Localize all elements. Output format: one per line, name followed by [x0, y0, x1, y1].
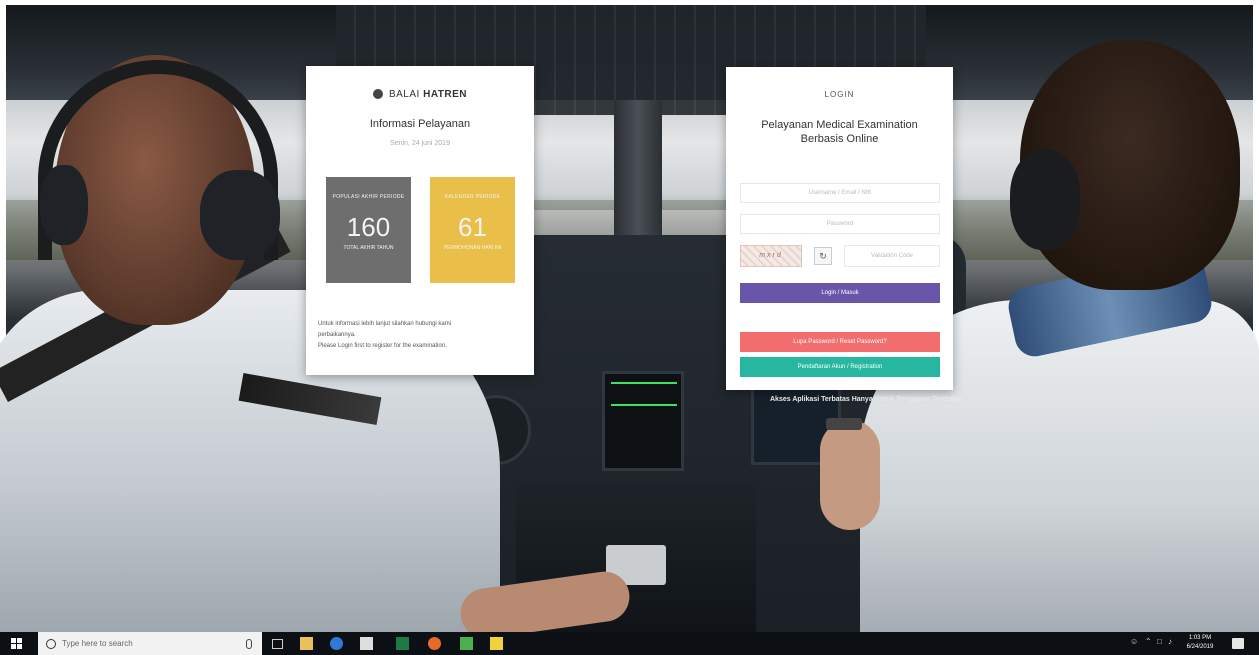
stat-sublabel: TOTAL AKHIR TAHUN: [343, 245, 394, 251]
task-view-icon[interactable]: [272, 639, 283, 649]
stat-value: 160: [346, 212, 391, 242]
taskbar-search[interactable]: Type here to search: [38, 632, 262, 655]
windshield-pillar: [614, 100, 662, 240]
network-icon[interactable]: □: [1157, 637, 1162, 646]
people-icon[interactable]: ☺: [1130, 637, 1138, 646]
file-explorer-icon[interactable]: [300, 637, 313, 650]
taskbar-search-placeholder: Type here to search: [62, 639, 133, 648]
store-icon[interactable]: [360, 637, 373, 650]
firefox-icon[interactable]: [428, 637, 441, 650]
password-input[interactable]: Password: [740, 214, 940, 234]
stat-value: 61: [458, 212, 487, 242]
brand-name: BALAI: [388, 88, 420, 100]
stat-box-today: KALENDER PERIODE 61 PERMOHONAN HARI INI: [430, 177, 515, 283]
captcha-row: mxrd ↻ Validation Code: [740, 245, 940, 267]
stat-box-total: POPULASI AKHIR PERIODE 160 TOTAL AKHIR T…: [326, 177, 411, 283]
sticky-notes-icon[interactable]: [490, 637, 503, 650]
login-button[interactable]: Login / Masuk: [740, 283, 940, 303]
photos-icon[interactable]: [460, 637, 473, 650]
stat-label: POPULASI AKHIR PERIODE: [332, 194, 405, 200]
access-notice: Akses Aplikasi Terbatas Hanya Untuk Peng…: [770, 396, 963, 403]
microphone-icon[interactable]: [246, 638, 252, 649]
stat-label: KALENDER PERIODE: [444, 194, 501, 200]
stats-panel: POPULASI AKHIR PERIODE 160 TOTAL AKHIR T…: [326, 177, 516, 283]
taskbar-clock[interactable]: 1:03 PM 6/24/2019: [1180, 634, 1220, 652]
windows-start-icon[interactable]: [11, 638, 23, 650]
volume-icon[interactable]: ♪: [1168, 637, 1172, 646]
login-subtitle: Pelayanan Medical Examination Berbasis O…: [761, 119, 918, 145]
username-input[interactable]: Username / Email / NIK: [740, 183, 940, 203]
brand-name-bold: HATREN: [423, 88, 468, 100]
browser-edge-icon[interactable]: [330, 637, 343, 650]
info-title: Informasi Pelayanan: [369, 118, 471, 130]
info-date: Senin, 24 juni 2019: [390, 140, 450, 147]
info-note: Untuk informasi lebih lanjut silahkan hu…: [318, 321, 452, 349]
captcha-image: mxrd: [740, 245, 802, 267]
excel-icon[interactable]: [396, 637, 409, 650]
login-card: LOGIN Pelayanan Medical Examination Berb…: [726, 67, 953, 390]
logo-icon: [372, 89, 383, 99]
register-button[interactable]: Pendaftaran Akun / Registration: [740, 357, 940, 377]
notification-icon[interactable]: [1232, 638, 1244, 649]
brand-logo: BALAI HATREN: [306, 84, 534, 104]
forgot-password-button[interactable]: Lupa Password / Reset Password?: [740, 332, 940, 352]
cortana-icon: [46, 638, 56, 649]
stat-sublabel: PERMOHONAN HARI INI: [443, 245, 502, 251]
info-card: BALAI HATREN Informasi Pelayanan Senin, …: [306, 66, 534, 375]
chevron-up-icon[interactable]: ⌃: [1145, 637, 1152, 646]
captcha-input[interactable]: Validation Code: [844, 245, 940, 267]
login-title: LOGIN: [824, 90, 855, 99]
refresh-icon[interactable]: ↻: [814, 247, 832, 265]
taskbar: Type here to search ☺ ⌃ □ ♪ 1:03 PM 6/24…: [0, 632, 1259, 655]
